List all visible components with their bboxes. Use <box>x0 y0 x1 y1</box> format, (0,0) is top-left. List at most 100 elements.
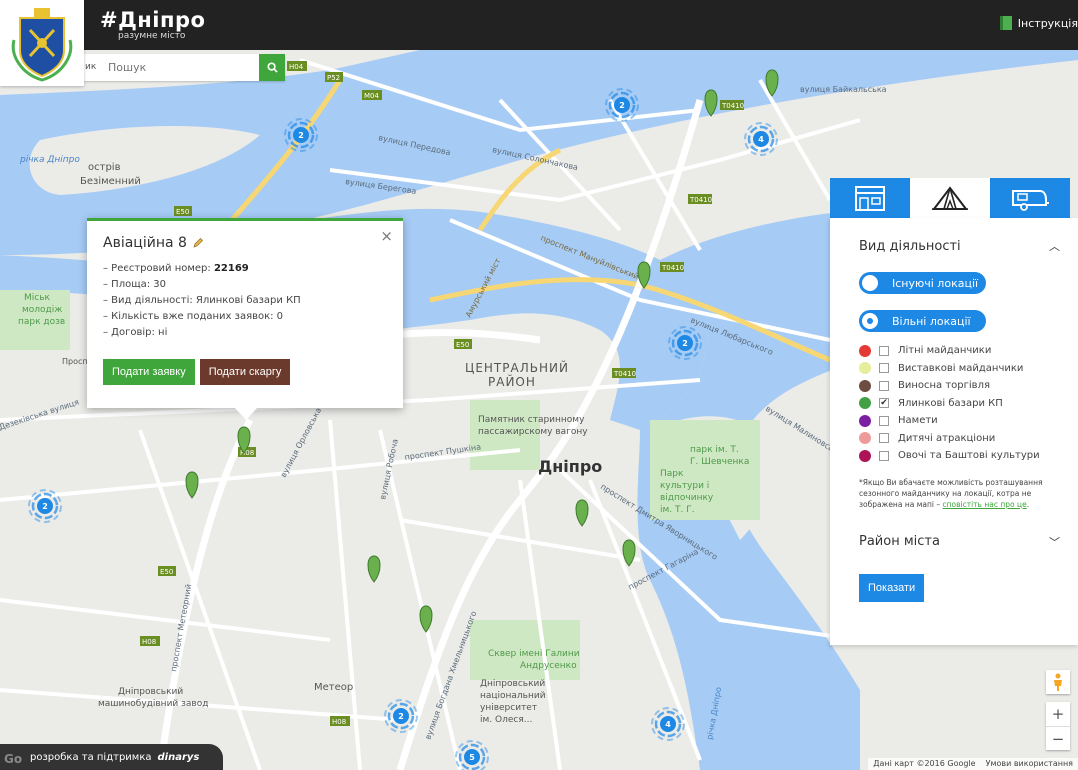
svg-text:відпочинку: відпочинку <box>660 493 714 503</box>
tab-kiosk[interactable] <box>830 178 910 218</box>
svg-text:T0410: T0410 <box>661 264 684 272</box>
zoom-controls: + − <box>1046 702 1070 750</box>
svg-text:Г. Шевченка: Г. Шевченка <box>690 457 749 467</box>
instruction-link[interactable]: Інструкція <box>999 16 1078 30</box>
svg-text:ім. Олеся...: ім. Олеся... <box>480 715 532 725</box>
category-checkbox[interactable] <box>879 363 889 374</box>
section-activity-header[interactable]: Вид діяльності ︿ <box>859 238 1078 254</box>
cluster-count: 4 <box>665 720 671 729</box>
zoom-in-button[interactable]: + <box>1046 702 1070 726</box>
svg-text:E50: E50 <box>176 208 189 216</box>
popup-title-text: Авіаційна 8 <box>103 235 187 251</box>
search-button[interactable] <box>259 54 285 81</box>
notify-us-link[interactable]: сповістіть нас про це <box>942 500 1026 509</box>
svg-text:P52: P52 <box>327 74 340 82</box>
chevron-down-icon: ﹀ <box>1049 535 1060 549</box>
svg-text:університет: університет <box>480 703 537 713</box>
street-view-pegman[interactable] <box>1046 670 1070 694</box>
chevron-up-icon: ︿ <box>1049 240 1060 253</box>
search-prefix-text: ик <box>85 62 97 72</box>
city-coat-of-arms-logo[interactable] <box>0 0 84 86</box>
svg-text:Метеор: Метеор <box>314 682 353 693</box>
svg-text:T0410: T0410 <box>721 102 744 110</box>
developer-brand: dinarys <box>157 751 200 763</box>
svg-text:M04: M04 <box>364 92 379 100</box>
popup-row-contract: – Договір: ні <box>103 327 168 338</box>
svg-text:парк ім. Т.: парк ім. Т. <box>690 445 739 455</box>
shop-icon <box>855 186 885 211</box>
svg-text:Памятник старинному: Памятник старинному <box>478 415 585 425</box>
popup-row-registry: – Реєстровий номер: 22169 <box>103 263 249 274</box>
instruction-label: Інструкція <box>1017 16 1078 30</box>
category-color-dot <box>859 362 871 375</box>
cluster-count: 5 <box>469 753 475 762</box>
cluster-count: 2 <box>398 712 404 721</box>
svg-text:Дніпровський: Дніпровський <box>480 679 545 689</box>
brand-subtitle: разумне місто <box>118 31 186 41</box>
svg-text:Безіменний: Безіменний <box>80 175 141 187</box>
category-item[interactable]: Овочі та Баштові культури <box>859 447 1078 465</box>
apply-button[interactable]: Подати заявку <box>103 359 195 385</box>
section-district-header[interactable]: Район міста ﹀ <box>859 534 1078 550</box>
category-label: Дитячі атракціони <box>898 432 996 444</box>
svg-text:парк дозв: парк дозв <box>18 317 65 327</box>
cluster-count: 2 <box>42 502 48 511</box>
popup-title: Авіаційна 8 <box>103 235 387 251</box>
category-checkbox[interactable] <box>879 415 889 426</box>
category-item[interactable]: Намети <box>859 412 1078 430</box>
tent-icon <box>931 186 969 210</box>
svg-text:T0410: T0410 <box>689 196 712 204</box>
svg-text:вулиця Байкальська: вулиця Байкальська <box>800 85 887 94</box>
category-label: Виносна торгівля <box>898 380 990 392</box>
category-checkbox[interactable] <box>879 380 889 391</box>
category-color-dot <box>859 379 871 392</box>
missing-location-note: *Якщо Ви вбачаєте можливість розташуванн… <box>859 477 1043 509</box>
category-color-dot <box>859 414 871 427</box>
category-item[interactable]: Дитячі атракціони <box>859 430 1078 448</box>
category-checkbox[interactable] <box>879 433 889 444</box>
zoom-out-button[interactable]: − <box>1046 726 1070 750</box>
popup-row-applications: – Кількість вже поданих заявок: 0 <box>103 311 284 322</box>
terms-link[interactable]: Умови використання <box>986 758 1073 770</box>
brand-title: #Дніпро <box>100 8 206 32</box>
svg-text:молодіж: молодіж <box>22 305 62 315</box>
svg-text:острів: острів <box>88 161 121 173</box>
tab-trailer[interactable] <box>990 178 1070 218</box>
svg-text:Дніпровський: Дніпровський <box>118 687 183 697</box>
google-logo: Go <box>4 752 23 766</box>
developer-credit[interactable]: розробка та підтримка dinarys <box>0 744 223 770</box>
category-label: Ялинкові базари КП <box>898 397 1003 409</box>
developer-credit-text: розробка та підтримка <box>30 751 152 763</box>
svg-text:E50: E50 <box>160 568 173 576</box>
svg-text:національний: національний <box>480 691 546 701</box>
cluster-count: 2 <box>298 131 304 140</box>
category-item[interactable]: Виставкові майданчики <box>859 360 1078 378</box>
category-item[interactable]: ✔ Ялинкові базари КП <box>859 395 1078 413</box>
category-checkbox[interactable]: ✔ <box>879 398 889 409</box>
complaint-button[interactable]: Подати скаргу <box>199 359 291 385</box>
category-color-dot <box>859 449 871 462</box>
close-icon[interactable]: × <box>380 227 393 245</box>
svg-text:H08: H08 <box>332 718 346 726</box>
category-checkbox[interactable] <box>879 345 889 356</box>
category-list: Літні майданчики Виставкові майданчики Вин… <box>859 342 1078 465</box>
pencil-icon[interactable] <box>192 237 204 249</box>
search-input[interactable] <box>100 54 259 81</box>
svg-text:H08: H08 <box>142 638 156 646</box>
tab-tent[interactable] <box>910 178 990 218</box>
category-checkbox[interactable] <box>879 450 889 461</box>
toggle-free-locations[interactable]: Вільні локації <box>859 310 986 332</box>
svg-text:ім. Т. Г.: ім. Т. Г. <box>660 505 695 515</box>
section-activity-title: Вид діяльності <box>859 238 961 254</box>
category-item[interactable]: Виносна торгівля <box>859 377 1078 395</box>
svg-text:ЦЕНТРАЛЬНИЙ: ЦЕНТРАЛЬНИЙ <box>465 360 569 375</box>
search-bar: ик <box>84 54 285 81</box>
toggle-existing-locations[interactable]: Існуючі локації <box>859 272 986 294</box>
brand[interactable]: #Дніпро разумне місто <box>100 9 205 41</box>
svg-text:Міськ: Міськ <box>24 293 51 303</box>
show-button[interactable]: Показати <box>859 573 925 602</box>
svg-text:Андрусенко: Андрусенко <box>520 661 577 671</box>
category-item[interactable]: Літні майданчики <box>859 342 1078 360</box>
svg-text:річка Дніпро: річка Дніпро <box>19 155 80 165</box>
top-header: #Дніпро разумне місто Інструкція <box>0 0 1078 50</box>
